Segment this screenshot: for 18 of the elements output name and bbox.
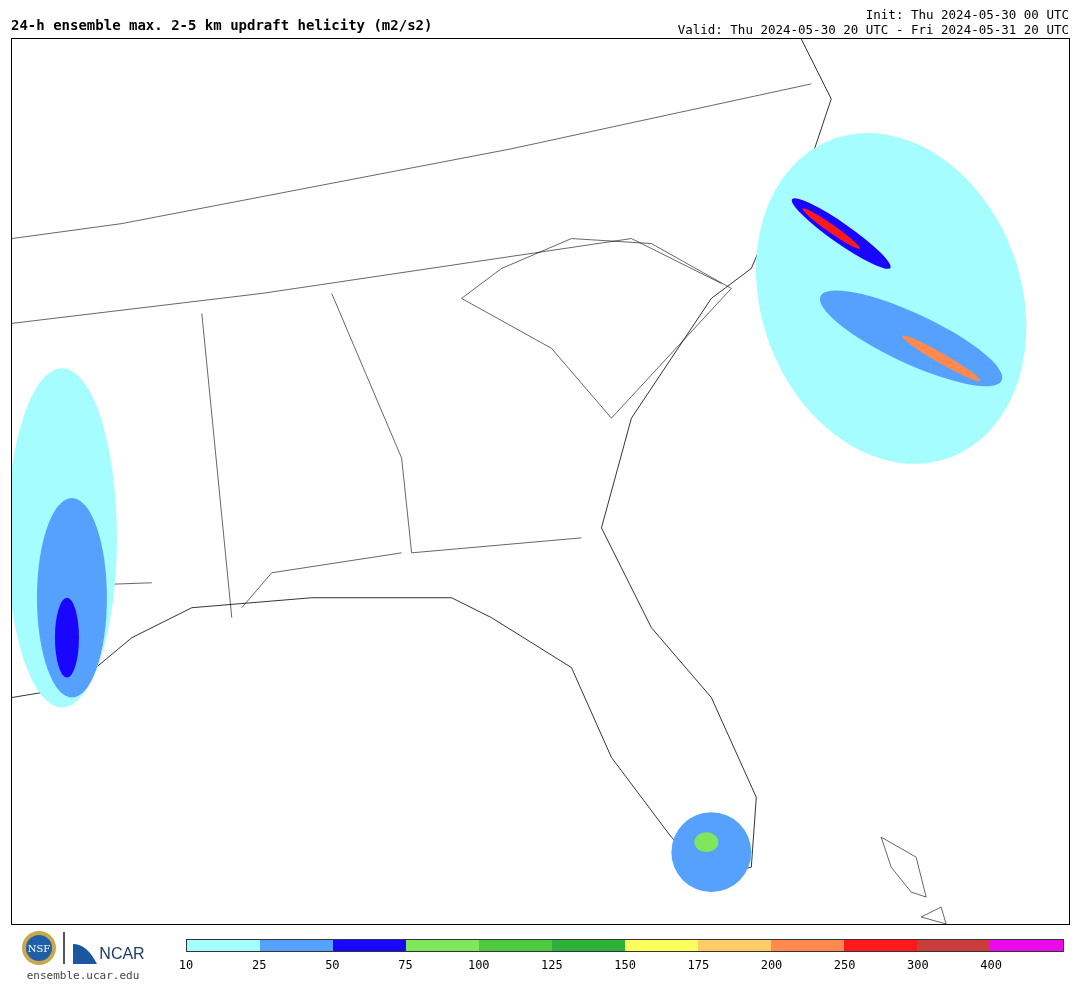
scale-label: 300 (906, 958, 930, 972)
scale-label: 25 (250, 958, 268, 972)
website-url: ensemble.ucar.edu (26, 969, 140, 982)
plot-title: 24-h ensemble max. 2-5 km updraft helicity (m2/s2) (11, 17, 433, 35)
init-time: Init: Thu 2024-05-30 00 UTC (865, 7, 1069, 22)
nsf-logo: NSF (21, 930, 58, 966)
scale-label: 100 (466, 958, 491, 972)
scale-label: 125 (540, 958, 564, 972)
scale-label: 150 (613, 958, 637, 972)
scale-label: 50 (324, 958, 341, 972)
ncar-logo: NCAR (63, 932, 145, 964)
scale-label: 75 (397, 958, 414, 972)
valid-time: Valid: Thu 2024-05-30 20 UTC - Fri 2024-05-31 20 UTC (677, 22, 1069, 37)
scale-label: 250 (832, 958, 857, 972)
scale-label: 175 (686, 958, 711, 972)
scale-label: 10 (177, 958, 195, 972)
scale-label: 200 (759, 958, 784, 972)
scale-label: 400 (979, 958, 1003, 972)
